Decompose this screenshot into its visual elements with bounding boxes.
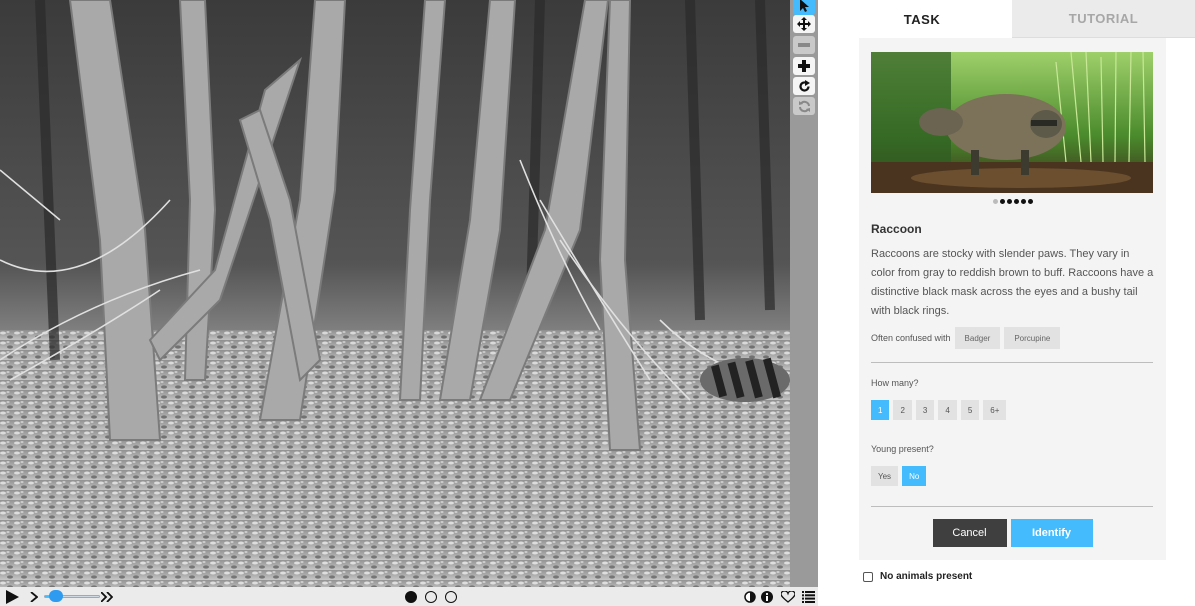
zoom-in-button[interactable] xyxy=(793,57,815,75)
young-present-option-no[interactable]: No xyxy=(902,466,927,486)
panel-tabs: TASK TUTORIAL xyxy=(832,0,1195,38)
divider xyxy=(871,362,1153,363)
play-button[interactable] xyxy=(4,589,20,604)
photo-dot-1[interactable] xyxy=(992,199,998,204)
action-buttons: Cancel Identify xyxy=(859,519,1166,547)
species-description: Raccoons are stocky with slender paws. T… xyxy=(871,248,1154,317)
reset-view-button[interactable] xyxy=(793,97,815,115)
raccoon-photo xyxy=(871,52,1153,193)
how-many-option-4[interactable]: 4 xyxy=(938,400,957,420)
tab-tutorial[interactable]: TUTORIAL xyxy=(1012,0,1195,38)
move-arrows-icon xyxy=(797,17,811,31)
no-animals-checkbox-row[interactable]: No animals present xyxy=(863,571,972,582)
speed-slider-handle[interactable] xyxy=(49,590,63,602)
frame-dot-2[interactable] xyxy=(425,591,437,603)
fast-forward-icon xyxy=(101,591,113,602)
confused-chip-badger[interactable]: Badger xyxy=(954,327,1001,349)
play-icon xyxy=(5,589,19,604)
how-many-option-5[interactable]: 5 xyxy=(960,400,980,420)
minus-icon xyxy=(798,43,810,47)
divider xyxy=(871,506,1153,507)
no-animals-label: No animals present xyxy=(880,571,973,582)
species-name: Raccoon xyxy=(871,222,922,236)
list-icon xyxy=(801,590,815,603)
favorite-button[interactable] xyxy=(780,589,796,604)
plus-icon xyxy=(798,60,810,72)
subject-viewer xyxy=(0,0,818,606)
rotate-icon xyxy=(798,79,810,92)
how-many-label: How many? xyxy=(871,378,919,388)
metadata-button[interactable] xyxy=(801,589,815,604)
info-icon xyxy=(761,590,773,603)
species-photo xyxy=(871,52,1153,193)
arrow-cursor-icon xyxy=(800,0,809,12)
app-root: TASK TUTORIAL Raccoon Raccoons are stock… xyxy=(0,0,1195,606)
task-panel: TASK TUTORIAL Raccoon Raccoons are stock… xyxy=(832,0,1195,606)
refresh-icon xyxy=(798,100,810,112)
species-card: Raccoon Raccoons are stocky with slender… xyxy=(859,38,1166,560)
confused-with-label: Often confused with xyxy=(871,333,951,343)
step-forward-button[interactable] xyxy=(28,589,40,604)
photo-pagination xyxy=(859,199,1166,204)
how-many-option-3[interactable]: 3 xyxy=(915,400,935,420)
rotate-button[interactable] xyxy=(793,77,815,95)
night-forest-photo xyxy=(0,0,790,587)
frame-dot-3[interactable] xyxy=(445,591,457,603)
zoom-out-button[interactable] xyxy=(793,36,815,54)
info-button[interactable] xyxy=(760,589,774,604)
how-many-option-6plus[interactable]: 6+ xyxy=(983,400,1007,420)
viewer-toolbar xyxy=(790,0,818,587)
photo-dot-4[interactable] xyxy=(1013,199,1019,204)
identify-button[interactable]: Identify xyxy=(1010,519,1093,547)
camera-trap-image[interactable] xyxy=(0,0,790,587)
young-present-option-yes[interactable]: Yes xyxy=(871,466,899,486)
pointer-tool-button[interactable] xyxy=(793,0,815,15)
frame-dot-1[interactable] xyxy=(405,591,417,603)
how-many-options: 1 2 3 4 5 6+ xyxy=(871,400,1010,420)
how-many-option-2[interactable]: 2 xyxy=(893,400,912,420)
photo-dot-5[interactable] xyxy=(1020,199,1026,204)
chevron-right-icon xyxy=(30,591,38,602)
confused-with-row: Often confused with Badger Porcupine xyxy=(871,327,1061,349)
how-many-option-1[interactable]: 1 xyxy=(871,400,890,420)
heart-icon xyxy=(781,590,795,603)
photo-dot-3[interactable] xyxy=(1006,199,1012,204)
young-present-label: Young present? xyxy=(871,444,934,454)
fast-forward-button[interactable] xyxy=(100,589,114,604)
player-controls xyxy=(0,587,818,606)
confused-chip-porcupine[interactable]: Porcupine xyxy=(1004,327,1061,349)
no-animals-checkbox[interactable] xyxy=(863,571,873,582)
contrast-button[interactable] xyxy=(743,589,757,604)
tab-task[interactable]: TASK xyxy=(832,0,1012,38)
cancel-button[interactable]: Cancel xyxy=(932,519,1007,547)
move-tool-button[interactable] xyxy=(793,15,815,33)
photo-dot-2[interactable] xyxy=(999,199,1005,204)
contrast-icon xyxy=(744,590,756,603)
photo-dot-6[interactable] xyxy=(1027,199,1033,204)
young-present-options: Yes No xyxy=(871,466,930,486)
